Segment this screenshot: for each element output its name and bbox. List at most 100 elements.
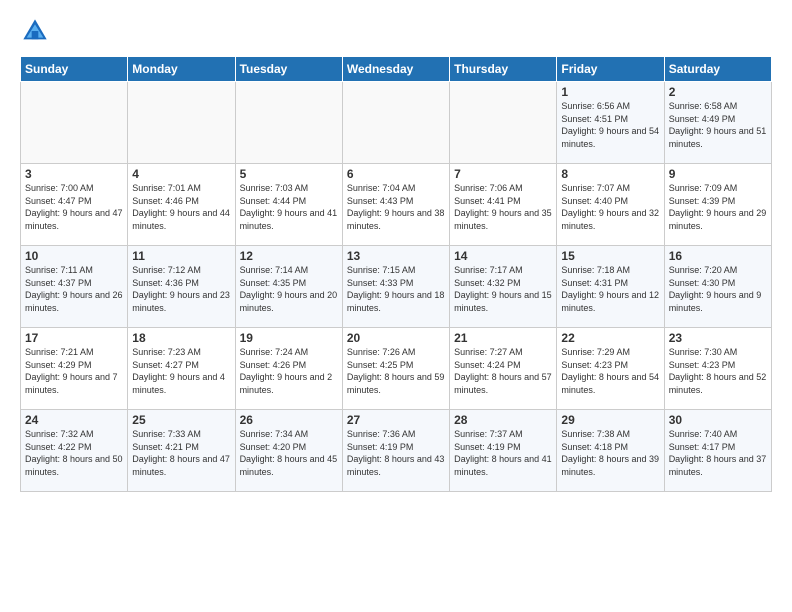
day-number: 29 <box>561 413 659 427</box>
day-info: Sunrise: 7:23 AM Sunset: 4:27 PM Dayligh… <box>132 346 230 396</box>
day-number: 12 <box>240 249 338 263</box>
day-number: 26 <box>240 413 338 427</box>
calendar-cell: 25Sunrise: 7:33 AM Sunset: 4:21 PM Dayli… <box>128 410 235 492</box>
day-info: Sunrise: 7:29 AM Sunset: 4:23 PM Dayligh… <box>561 346 659 396</box>
calendar-cell <box>450 82 557 164</box>
calendar-cell: 10Sunrise: 7:11 AM Sunset: 4:37 PM Dayli… <box>21 246 128 328</box>
calendar-cell: 23Sunrise: 7:30 AM Sunset: 4:23 PM Dayli… <box>664 328 771 410</box>
header <box>20 16 772 46</box>
day-number: 15 <box>561 249 659 263</box>
day-info: Sunrise: 7:32 AM Sunset: 4:22 PM Dayligh… <box>25 428 123 478</box>
day-number: 25 <box>132 413 230 427</box>
calendar-cell: 30Sunrise: 7:40 AM Sunset: 4:17 PM Dayli… <box>664 410 771 492</box>
day-number: 20 <box>347 331 445 345</box>
day-number: 28 <box>454 413 552 427</box>
day-number: 23 <box>669 331 767 345</box>
calendar: SundayMondayTuesdayWednesdayThursdayFrid… <box>20 56 772 492</box>
day-info: Sunrise: 7:03 AM Sunset: 4:44 PM Dayligh… <box>240 182 338 232</box>
calendar-week-2: 3Sunrise: 7:00 AM Sunset: 4:47 PM Daylig… <box>21 164 772 246</box>
calendar-cell: 13Sunrise: 7:15 AM Sunset: 4:33 PM Dayli… <box>342 246 449 328</box>
day-number: 14 <box>454 249 552 263</box>
day-info: Sunrise: 6:58 AM Sunset: 4:49 PM Dayligh… <box>669 100 767 150</box>
calendar-cell: 5Sunrise: 7:03 AM Sunset: 4:44 PM Daylig… <box>235 164 342 246</box>
day-info: Sunrise: 7:09 AM Sunset: 4:39 PM Dayligh… <box>669 182 767 232</box>
day-number: 5 <box>240 167 338 181</box>
day-info: Sunrise: 7:12 AM Sunset: 4:36 PM Dayligh… <box>132 264 230 314</box>
calendar-cell: 16Sunrise: 7:20 AM Sunset: 4:30 PM Dayli… <box>664 246 771 328</box>
calendar-cell: 20Sunrise: 7:26 AM Sunset: 4:25 PM Dayli… <box>342 328 449 410</box>
day-info: Sunrise: 7:18 AM Sunset: 4:31 PM Dayligh… <box>561 264 659 314</box>
calendar-cell: 28Sunrise: 7:37 AM Sunset: 4:19 PM Dayli… <box>450 410 557 492</box>
calendar-cell <box>21 82 128 164</box>
calendar-cell: 19Sunrise: 7:24 AM Sunset: 4:26 PM Dayli… <box>235 328 342 410</box>
day-number: 10 <box>25 249 123 263</box>
logo-icon <box>20 16 50 46</box>
day-number: 18 <box>132 331 230 345</box>
day-info: Sunrise: 7:37 AM Sunset: 4:19 PM Dayligh… <box>454 428 552 478</box>
day-info: Sunrise: 7:04 AM Sunset: 4:43 PM Dayligh… <box>347 182 445 232</box>
day-number: 21 <box>454 331 552 345</box>
calendar-cell: 2Sunrise: 6:58 AM Sunset: 4:49 PM Daylig… <box>664 82 771 164</box>
day-number: 24 <box>25 413 123 427</box>
calendar-cell: 3Sunrise: 7:00 AM Sunset: 4:47 PM Daylig… <box>21 164 128 246</box>
calendar-header-sunday: Sunday <box>21 57 128 82</box>
calendar-cell: 11Sunrise: 7:12 AM Sunset: 4:36 PM Dayli… <box>128 246 235 328</box>
day-number: 8 <box>561 167 659 181</box>
day-number: 22 <box>561 331 659 345</box>
calendar-cell: 24Sunrise: 7:32 AM Sunset: 4:22 PM Dayli… <box>21 410 128 492</box>
calendar-header-wednesday: Wednesday <box>342 57 449 82</box>
day-info: Sunrise: 7:27 AM Sunset: 4:24 PM Dayligh… <box>454 346 552 396</box>
calendar-header-saturday: Saturday <box>664 57 771 82</box>
day-info: Sunrise: 7:07 AM Sunset: 4:40 PM Dayligh… <box>561 182 659 232</box>
day-info: Sunrise: 7:24 AM Sunset: 4:26 PM Dayligh… <box>240 346 338 396</box>
day-number: 30 <box>669 413 767 427</box>
calendar-week-5: 24Sunrise: 7:32 AM Sunset: 4:22 PM Dayli… <box>21 410 772 492</box>
day-number: 2 <box>669 85 767 99</box>
day-number: 9 <box>669 167 767 181</box>
calendar-cell: 9Sunrise: 7:09 AM Sunset: 4:39 PM Daylig… <box>664 164 771 246</box>
calendar-header-row: SundayMondayTuesdayWednesdayThursdayFrid… <box>21 57 772 82</box>
logo <box>20 16 54 46</box>
day-number: 7 <box>454 167 552 181</box>
calendar-header-tuesday: Tuesday <box>235 57 342 82</box>
day-info: Sunrise: 7:14 AM Sunset: 4:35 PM Dayligh… <box>240 264 338 314</box>
calendar-cell: 14Sunrise: 7:17 AM Sunset: 4:32 PM Dayli… <box>450 246 557 328</box>
day-number: 4 <box>132 167 230 181</box>
day-number: 17 <box>25 331 123 345</box>
day-number: 16 <box>669 249 767 263</box>
calendar-cell: 29Sunrise: 7:38 AM Sunset: 4:18 PM Dayli… <box>557 410 664 492</box>
calendar-cell: 26Sunrise: 7:34 AM Sunset: 4:20 PM Dayli… <box>235 410 342 492</box>
day-info: Sunrise: 7:15 AM Sunset: 4:33 PM Dayligh… <box>347 264 445 314</box>
day-info: Sunrise: 7:33 AM Sunset: 4:21 PM Dayligh… <box>132 428 230 478</box>
calendar-header-friday: Friday <box>557 57 664 82</box>
day-info: Sunrise: 7:30 AM Sunset: 4:23 PM Dayligh… <box>669 346 767 396</box>
calendar-cell: 21Sunrise: 7:27 AM Sunset: 4:24 PM Dayli… <box>450 328 557 410</box>
day-number: 11 <box>132 249 230 263</box>
calendar-cell: 27Sunrise: 7:36 AM Sunset: 4:19 PM Dayli… <box>342 410 449 492</box>
calendar-cell: 8Sunrise: 7:07 AM Sunset: 4:40 PM Daylig… <box>557 164 664 246</box>
day-info: Sunrise: 7:21 AM Sunset: 4:29 PM Dayligh… <box>25 346 123 396</box>
calendar-cell <box>342 82 449 164</box>
calendar-week-1: 1Sunrise: 6:56 AM Sunset: 4:51 PM Daylig… <box>21 82 772 164</box>
calendar-cell <box>128 82 235 164</box>
day-number: 13 <box>347 249 445 263</box>
day-number: 19 <box>240 331 338 345</box>
day-info: Sunrise: 7:36 AM Sunset: 4:19 PM Dayligh… <box>347 428 445 478</box>
calendar-cell: 7Sunrise: 7:06 AM Sunset: 4:41 PM Daylig… <box>450 164 557 246</box>
day-info: Sunrise: 7:20 AM Sunset: 4:30 PM Dayligh… <box>669 264 767 314</box>
day-info: Sunrise: 7:01 AM Sunset: 4:46 PM Dayligh… <box>132 182 230 232</box>
calendar-header-thursday: Thursday <box>450 57 557 82</box>
calendar-week-3: 10Sunrise: 7:11 AM Sunset: 4:37 PM Dayli… <box>21 246 772 328</box>
day-info: Sunrise: 7:11 AM Sunset: 4:37 PM Dayligh… <box>25 264 123 314</box>
day-info: Sunrise: 7:26 AM Sunset: 4:25 PM Dayligh… <box>347 346 445 396</box>
day-info: Sunrise: 7:40 AM Sunset: 4:17 PM Dayligh… <box>669 428 767 478</box>
calendar-cell: 4Sunrise: 7:01 AM Sunset: 4:46 PM Daylig… <box>128 164 235 246</box>
calendar-cell: 12Sunrise: 7:14 AM Sunset: 4:35 PM Dayli… <box>235 246 342 328</box>
day-info: Sunrise: 7:38 AM Sunset: 4:18 PM Dayligh… <box>561 428 659 478</box>
day-info: Sunrise: 6:56 AM Sunset: 4:51 PM Dayligh… <box>561 100 659 150</box>
calendar-cell: 18Sunrise: 7:23 AM Sunset: 4:27 PM Dayli… <box>128 328 235 410</box>
day-info: Sunrise: 7:34 AM Sunset: 4:20 PM Dayligh… <box>240 428 338 478</box>
calendar-cell: 15Sunrise: 7:18 AM Sunset: 4:31 PM Dayli… <box>557 246 664 328</box>
calendar-week-4: 17Sunrise: 7:21 AM Sunset: 4:29 PM Dayli… <box>21 328 772 410</box>
calendar-header-monday: Monday <box>128 57 235 82</box>
